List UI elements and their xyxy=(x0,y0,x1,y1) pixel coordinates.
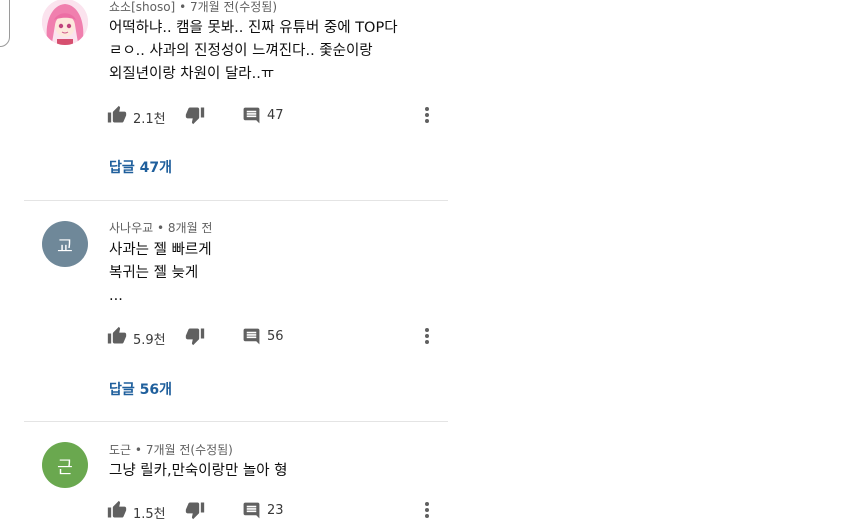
comment-meta: 도근 • 7개월 전(수정됨) xyxy=(109,441,233,458)
comment-author[interactable]: 쇼소[shoso] xyxy=(109,0,175,14)
comment-line: 사과는 젤 빠르게 xyxy=(109,242,212,258)
comment-item: 근 도근 • 7개월 전(수정됨) 그냥 릴카,만숙이랑만 놀아 형 1.5천 … xyxy=(0,422,450,524)
reply-count: 56 xyxy=(267,329,284,344)
meta-separator: • xyxy=(175,0,190,14)
comment-time: 7개월 전(수정됨) xyxy=(189,0,278,14)
reply-count: 47 xyxy=(267,108,284,123)
meta-separator: • xyxy=(153,221,168,235)
meta-separator: • xyxy=(131,443,146,457)
thumbs-up-icon[interactable] xyxy=(107,500,127,520)
comment-line: 외질년이랑 차원이 달라..ㅠ xyxy=(109,66,275,82)
anime-avatar-image xyxy=(42,0,88,45)
comment-icon[interactable] xyxy=(242,106,261,125)
view-replies-link[interactable]: 답글 56개 xyxy=(109,379,172,399)
more-vertical-icon[interactable] xyxy=(421,105,433,125)
avatar[interactable] xyxy=(42,0,88,45)
comment-icon[interactable] xyxy=(242,327,261,346)
comment-line: ... xyxy=(109,288,123,304)
comment-item: 교 사나우교 • 8개월 전 사과는 젤 빠르게 복귀는 젤 늦게 ... 5.… xyxy=(0,201,450,421)
like-count: 5.9천 xyxy=(133,333,166,348)
comment-line: 복귀는 젤 늦게 xyxy=(109,265,199,281)
comment-author[interactable]: 도근 xyxy=(109,443,131,457)
more-vertical-icon[interactable] xyxy=(421,326,433,346)
comment-time: 8개월 전 xyxy=(167,221,213,235)
thumbs-up-icon[interactable] xyxy=(107,326,127,346)
comment-author[interactable]: 사나우교 xyxy=(109,221,153,235)
reply-count: 23 xyxy=(267,503,284,518)
avatar-letter: 근 xyxy=(57,457,73,478)
comment-actions: 2.1천 47 xyxy=(107,105,437,127)
thumbs-down-icon[interactable] xyxy=(185,326,205,346)
more-vertical-icon[interactable] xyxy=(421,500,433,520)
thumbs-down-icon[interactable] xyxy=(185,500,205,520)
comment-text: 사과는 젤 빠르게 복귀는 젤 늦게 ... xyxy=(109,239,212,308)
comment-meta: 사나우교 • 8개월 전 xyxy=(109,219,212,236)
thumbs-down-icon[interactable] xyxy=(185,105,205,125)
comment-actions: 5.9천 56 xyxy=(107,326,437,348)
avatar[interactable]: 근 xyxy=(42,442,88,488)
comment-text: 그냥 릴카,만숙이랑만 놀아 형 xyxy=(109,460,288,483)
comment-meta: 쇼소[shoso] • 7개월 전(수정됨) xyxy=(109,0,277,15)
like-count: 2.1천 xyxy=(133,112,166,127)
comment-time: 7개월 전(수정됨) xyxy=(145,443,233,457)
comment-actions: 1.5천 23 xyxy=(107,500,437,522)
comment-text: 어떡하냐.. 캠을 못봐.. 진짜 유튜버 중에 TOP다 ㄹㅇ.. 사과의 진… xyxy=(109,17,398,86)
comment-line: 그냥 릴카,만숙이랑만 놀아 형 xyxy=(109,463,288,479)
comment-line: 어떡하냐.. 캠을 못봐.. 진짜 유튜버 중에 TOP다 xyxy=(109,20,398,36)
comment-icon[interactable] xyxy=(242,501,261,520)
like-count: 1.5천 xyxy=(133,507,166,522)
avatar[interactable]: 교 xyxy=(42,221,88,267)
thumbs-up-icon[interactable] xyxy=(107,105,127,125)
comment-item: 쇼소[shoso] • 7개월 전(수정됨) 어떡하냐.. 캠을 못봐.. 진짜… xyxy=(0,0,450,200)
comment-line: ㄹㅇ.. 사과의 진정성이 느껴진다.. 좇순이랑 xyxy=(109,43,373,59)
view-replies-link[interactable]: 답글 47개 xyxy=(109,157,172,177)
avatar-letter: 교 xyxy=(57,236,73,257)
